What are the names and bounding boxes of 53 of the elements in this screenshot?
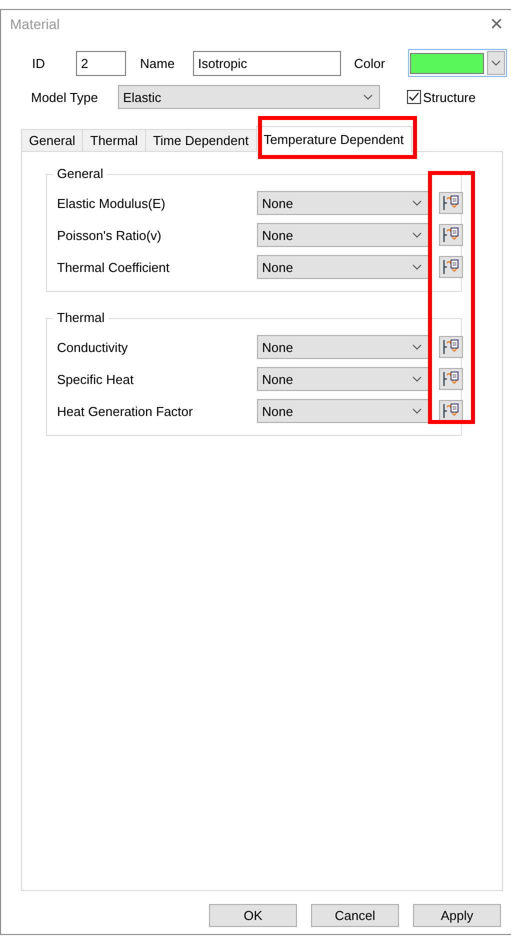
property-dropdown[interactable]: None [257, 255, 429, 279]
caret-icon [491, 60, 501, 66]
property-dropdown[interactable]: None [257, 367, 429, 391]
function-graph-button[interactable] [439, 224, 463, 246]
name-field[interactable]: Isotropic [193, 50, 341, 76]
field-label: Model Type [31, 90, 99, 104]
graph-document-icon [442, 402, 460, 420]
caret-icon [412, 376, 422, 382]
structure-checkbox[interactable]: Structure [407, 90, 476, 104]
caret-icon [412, 264, 422, 270]
property-dropdown[interactable]: None [257, 335, 429, 359]
property-label: Elastic Modulus(E) [57, 196, 166, 210]
color-picker[interactable] [408, 49, 507, 77]
property-label: Thermal Coefficient [57, 260, 170, 274]
caret-icon [412, 232, 422, 238]
window-title: Material [10, 16, 60, 32]
property-label: Specific Heat [57, 372, 135, 386]
close-button[interactable]: × [490, 13, 503, 35]
group-title: Thermal [53, 310, 109, 325]
dialog-button[interactable]: Cancel [311, 904, 399, 927]
checkmark-icon [408, 91, 420, 103]
field-label: Color [354, 56, 386, 70]
group-title: General [53, 166, 108, 181]
tab[interactable]: Time Dependent [144, 129, 257, 151]
caret-icon [412, 200, 422, 206]
graph-document-icon [442, 258, 460, 276]
function-graph-button[interactable] [439, 368, 463, 390]
field-label: Name [140, 56, 176, 70]
graph-document-icon [442, 338, 460, 356]
function-graph-button[interactable] [439, 192, 463, 214]
function-graph-button[interactable] [439, 336, 463, 358]
tab[interactable]: Thermal [82, 129, 146, 151]
property-label: Conductivity [57, 340, 129, 354]
graph-document-icon [442, 226, 460, 244]
property-label: Heat Generation Factor [57, 404, 194, 418]
property-dropdown[interactable]: None [257, 191, 429, 215]
id-field[interactable]: 2 [76, 50, 126, 76]
caret-icon [412, 408, 422, 414]
tab[interactable]: Temperature Dependent [256, 126, 412, 152]
property-dropdown[interactable]: None [257, 399, 429, 423]
property-label: Poisson's Ratio(v) [57, 228, 162, 242]
caret-icon [363, 94, 373, 100]
tab[interactable]: General [21, 129, 84, 151]
caret-icon [412, 344, 422, 350]
graph-document-icon [442, 194, 460, 212]
function-graph-button[interactable] [439, 400, 463, 422]
graph-document-icon [442, 370, 460, 388]
model-type-dropdown[interactable]: Elastic [118, 85, 380, 109]
dialog-button[interactable]: OK [209, 904, 297, 927]
dialog-button[interactable]: Apply [413, 904, 501, 927]
field-label: ID [32, 56, 46, 70]
function-graph-button[interactable] [439, 256, 463, 278]
property-dropdown[interactable]: None [257, 223, 429, 247]
